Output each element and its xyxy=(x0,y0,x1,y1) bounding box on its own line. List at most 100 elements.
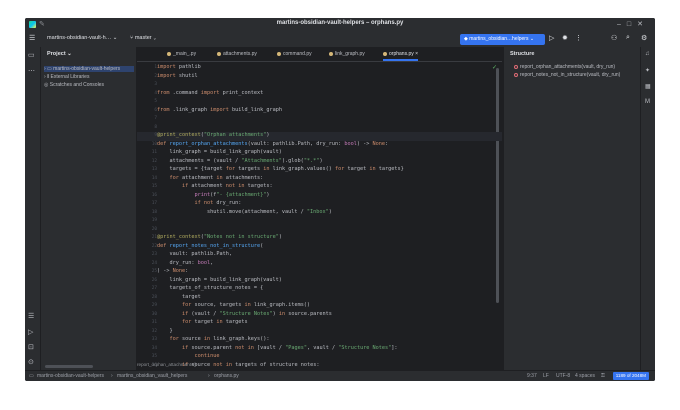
tab-attachments[interactable]: attachments.py xyxy=(217,47,257,61)
code-line[interactable]: print(f"- {attachment}") xyxy=(157,192,269,198)
status-path-separator: › xyxy=(208,373,210,379)
project-tree-item-scratches[interactable]: ◎ Scratches and Consoles xyxy=(44,82,104,88)
caret-position[interactable]: 9:37 xyxy=(527,373,537,379)
structure-item-report-notes-not-in-structure[interactable]: report_notes_not_in_structure(vault, dry… xyxy=(514,72,620,78)
line-number: 15 xyxy=(151,184,157,189)
code-line[interactable]: def report_notes_not_in_structure( xyxy=(157,243,263,249)
tab-command[interactable]: command.py xyxy=(277,47,312,61)
problems-icon[interactable]: ⊙ xyxy=(28,358,34,366)
code-line[interactable]: shutil.move(attachment, vault / "Inbox") xyxy=(157,209,332,215)
line-number: 16 xyxy=(151,192,157,198)
line-number: 27 xyxy=(151,286,157,291)
status-path-icon: ▭ xyxy=(29,373,34,379)
code-line[interactable]: import shutil xyxy=(157,73,198,79)
window-controls[interactable]: –□✕ xyxy=(617,20,649,28)
code-line[interactable]: for target in targets xyxy=(157,319,248,325)
project-selector[interactable]: martins-obsidian-vault-h… ⌄ xyxy=(47,35,117,41)
line-number: 22 xyxy=(151,243,157,249)
status-path-package[interactable]: martins_obsidian_vault_helpers xyxy=(117,373,187,379)
tab-main[interactable]: _main_.py xyxy=(167,47,196,61)
code-line[interactable]: vault: pathlib.Path, xyxy=(157,251,231,257)
code-line[interactable]: continue xyxy=(157,353,219,359)
line-number: 20 xyxy=(151,226,157,232)
structure-panel: Structure report_orphan_attachments(vaul… xyxy=(503,47,641,370)
code-line[interactable]: targets_of_structure_notes = { xyxy=(157,285,263,291)
branch-selector[interactable]: ⑂ master ⌄ xyxy=(130,35,156,41)
tab-orphans[interactable]: orphans.py × xyxy=(383,47,419,61)
status-path-separator: › xyxy=(111,373,113,379)
line-separator[interactable]: LF xyxy=(543,373,549,379)
file-encoding[interactable]: UTF-8 xyxy=(556,373,570,379)
code-line[interactable]: @print_context("Orphan attachments") xyxy=(157,132,269,138)
run-configuration-selector[interactable]: ◆ martins_obsidian…helpers ⌄ xyxy=(460,34,545,45)
code-line[interactable]: link_graph = build_link_graph(vault) xyxy=(157,277,281,283)
search-icon[interactable]: ⌕ xyxy=(626,34,630,42)
code-line[interactable]: ) -> None: xyxy=(157,268,188,274)
structure-item-report-orphan-attachments[interactable]: report_orphan_attachments(vault, dry_run… xyxy=(514,64,615,70)
project-tool-icon[interactable]: ▭ xyxy=(28,51,35,59)
code-breadcrumb[interactable]: report_orphan_attachments() xyxy=(137,362,197,367)
tab-link-graph[interactable]: link_graph.py xyxy=(329,47,365,61)
notifications-icon[interactable]: ♫ xyxy=(645,51,650,57)
code-line[interactable]: link_graph = build_link_graph(vault) xyxy=(157,149,281,155)
code-line[interactable]: targets = {target for targets in link_gr… xyxy=(157,166,403,172)
structure-tool-icon[interactable]: ▦ xyxy=(645,83,651,90)
status-path-project[interactable]: martins-obsidian-vault-helpers xyxy=(37,373,104,379)
ide-window: ✎ martins-obsidian-vault-helpers – orpha… xyxy=(25,18,655,381)
more-tools-icon[interactable]: ⋯ xyxy=(28,67,35,75)
project-tree-item-external-libraries[interactable]: › ⫴ External Libraries xyxy=(44,74,89,80)
memory-indicator[interactable]: 1189 of 2048M xyxy=(612,372,649,380)
minimize-icon[interactable]: – xyxy=(617,21,627,28)
line-number: 1 xyxy=(154,65,157,70)
run-tool-icon[interactable]: ▷ xyxy=(28,328,33,336)
code-line[interactable]: if attachment not in targets: xyxy=(157,183,273,189)
code-line[interactable]: @print_context("Notes not in structure") xyxy=(157,234,282,240)
more-actions-icon[interactable]: ⋮ xyxy=(575,34,582,42)
code-line[interactable]: for source in link_graph.keys(): xyxy=(157,336,270,342)
line-number: 3 xyxy=(154,82,157,87)
settings-gear-icon[interactable]: ⚙ xyxy=(641,34,647,42)
lock-icon[interactable]: ⚿ xyxy=(601,373,605,379)
code-line[interactable]: def report_orphan_attachments(vault: pat… xyxy=(157,141,388,147)
code-line[interactable]: for attachment in attachments: xyxy=(157,175,264,181)
python-file-icon xyxy=(217,51,221,56)
add-user-icon[interactable]: ⚇ xyxy=(611,34,617,42)
debug-icon[interactable]: ✹ xyxy=(562,34,568,42)
code-line[interactable]: from .command import print_context xyxy=(157,90,263,96)
code-line[interactable]: if (vault / "Structure Notes") in source… xyxy=(157,311,332,317)
close-tab-icon[interactable]: × xyxy=(415,51,418,57)
run-icon[interactable]: ▷ xyxy=(549,34,554,42)
indent-setting[interactable]: 4 spaces xyxy=(575,373,595,379)
todo-icon[interactable]: ☰ xyxy=(28,312,34,320)
vertical-scrollbar[interactable] xyxy=(496,68,499,303)
status-path-file[interactable]: orphans.py xyxy=(214,373,239,379)
code-line[interactable]: if source.parent not in [vault / "Pages"… xyxy=(157,345,398,351)
python-file-icon xyxy=(277,51,281,56)
python-file-icon xyxy=(383,51,387,56)
code-line[interactable]: attachments = (vault / "Attachments").gl… xyxy=(157,158,322,164)
code-editor[interactable]: ✓ 1 import pathlib 2 import shutil 3 4 from .c… xyxy=(137,62,502,370)
code-line[interactable]: target xyxy=(157,294,201,300)
horizontal-scrollbar[interactable] xyxy=(45,365,93,368)
project-panel-title[interactable]: Project ⌄ xyxy=(47,51,72,57)
database-icon[interactable]: M xyxy=(645,99,650,105)
line-number: 18 xyxy=(151,209,157,215)
line-number: 21 xyxy=(151,235,157,240)
code-line[interactable]: } xyxy=(157,328,172,334)
code-line[interactable]: from .link_graph import build_link_graph xyxy=(157,107,282,113)
ai-assistant-icon[interactable]: ✦ xyxy=(645,67,650,74)
close-icon[interactable]: ✕ xyxy=(637,21,649,28)
code-line[interactable]: for source, targets in link_graph.items(… xyxy=(157,302,310,308)
code-line[interactable]: if not dry_run: xyxy=(157,200,241,206)
code-line[interactable]: dry_run: bool, xyxy=(157,260,213,266)
line-number: 14 xyxy=(151,175,157,181)
line-number: 6 xyxy=(154,107,157,113)
main-menu-icon[interactable]: ☰ xyxy=(29,34,35,42)
window-title: martins-obsidian-vault-helpers – orphans… xyxy=(276,20,404,26)
line-number: 24 xyxy=(151,260,157,266)
code-line[interactable]: import pathlib xyxy=(157,64,201,70)
project-tree-item-root[interactable]: › ▭ martins-obsidian-vault-helpers xyxy=(44,66,134,72)
line-number: 13 xyxy=(151,167,157,172)
maximize-icon[interactable]: □ xyxy=(627,21,637,28)
terminal-icon[interactable]: ⊡ xyxy=(28,343,34,351)
